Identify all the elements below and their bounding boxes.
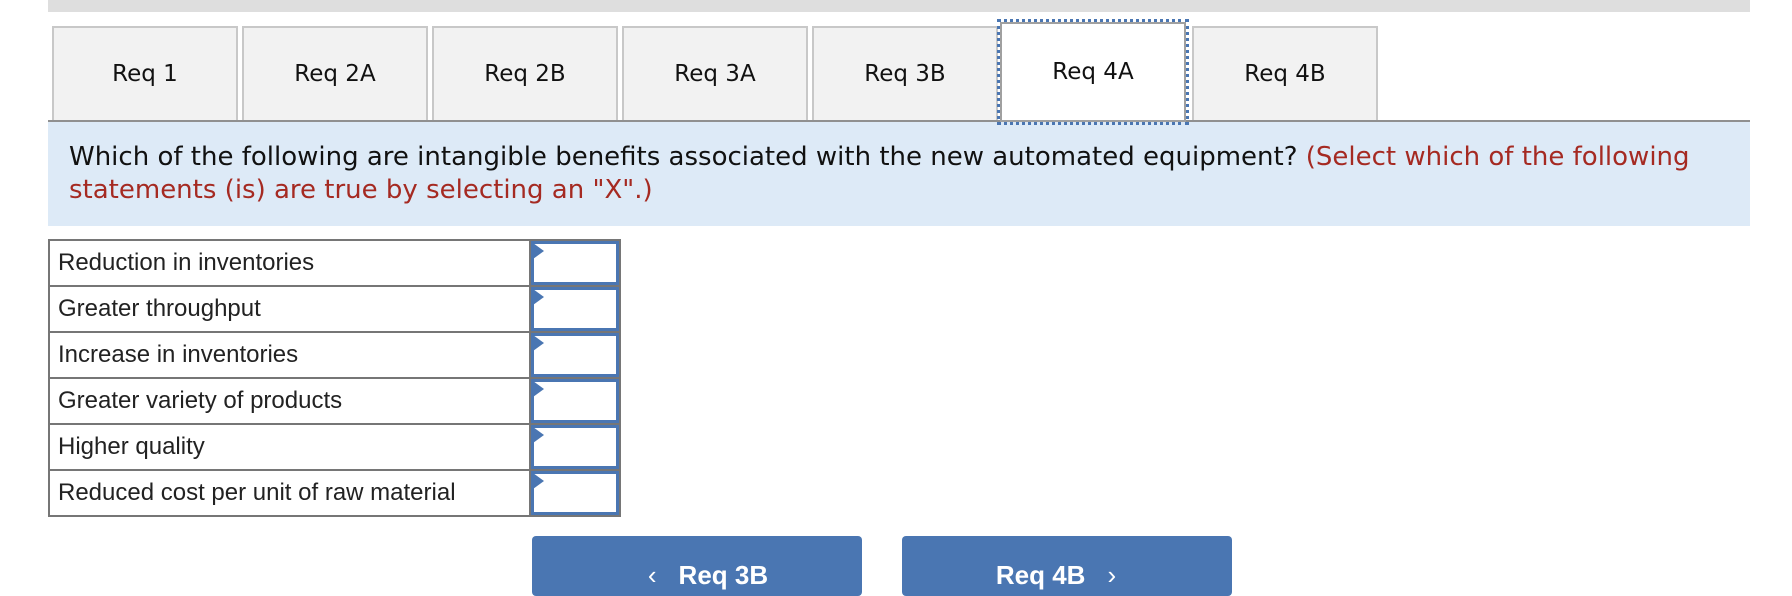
- next-button-label: Req 4B: [995, 560, 1086, 590]
- chevron-left-icon: ‹: [647, 560, 657, 590]
- statement-label: Increase in inventories: [48, 331, 531, 379]
- statement-label: Reduction in inventories: [48, 239, 531, 287]
- tab-req-4a[interactable]: Req 4A: [997, 19, 1189, 125]
- top-bar: [48, 0, 1750, 12]
- table-row: Reduced cost per unit of raw material: [48, 469, 621, 517]
- prev-button-label: Req 3B: [678, 560, 769, 590]
- select-x-input[interactable]: [531, 241, 619, 285]
- tab-req-3a[interactable]: Req 3A: [622, 26, 808, 120]
- statement-label: Reduced cost per unit of raw material: [48, 469, 531, 517]
- table-row: Greater throughput: [48, 285, 621, 333]
- statement-cell: [529, 239, 621, 287]
- prev-requirement-button[interactable]: ‹ Req 3B: [532, 536, 862, 596]
- question-text: Which of the following are intangible be…: [69, 142, 1298, 172]
- select-x-input[interactable]: [531, 471, 619, 515]
- statement-cell: [529, 285, 621, 333]
- statement-cell: [529, 331, 621, 379]
- statement-cell: [529, 423, 621, 471]
- tab-req-2b[interactable]: Req 2B: [432, 26, 618, 120]
- statement-label: Greater throughput: [48, 285, 531, 333]
- select-x-input[interactable]: [531, 287, 619, 331]
- table-row: Increase in inventories: [48, 331, 621, 379]
- question-panel: Which of the following are intangible be…: [48, 122, 1750, 226]
- tab-req-3b[interactable]: Req 3B: [812, 26, 998, 120]
- table-row: Greater variety of products: [48, 377, 621, 425]
- dropdown-marker-icon: [533, 335, 544, 351]
- dropdown-marker-icon: [533, 473, 544, 489]
- statement-label: Greater variety of products: [48, 377, 531, 425]
- select-x-input[interactable]: [531, 379, 619, 423]
- tab-req-1[interactable]: Req 1: [52, 26, 238, 120]
- requirement-tabs: Req 1 Req 2A Req 2B Req 3A Req 3B Req 4A…: [48, 19, 1750, 125]
- tab-req-2a[interactable]: Req 2A: [242, 26, 428, 120]
- statement-cell: [529, 469, 621, 517]
- dropdown-marker-icon: [533, 427, 544, 443]
- select-x-input[interactable]: [531, 425, 619, 469]
- statements-table: Reduction in inventories Greater through…: [48, 239, 621, 517]
- table-row: Reduction in inventories: [48, 239, 621, 287]
- next-requirement-button[interactable]: Req 4B ›: [902, 536, 1232, 596]
- chevron-right-icon: ›: [1107, 560, 1117, 590]
- dropdown-marker-icon: [533, 289, 544, 305]
- dropdown-marker-icon: [533, 381, 544, 397]
- statement-label: Higher quality: [48, 423, 531, 471]
- statement-cell: [529, 377, 621, 425]
- tab-req-4b[interactable]: Req 4B: [1192, 26, 1378, 120]
- select-x-input[interactable]: [531, 333, 619, 377]
- dropdown-marker-icon: [533, 243, 544, 259]
- table-row: Higher quality: [48, 423, 621, 471]
